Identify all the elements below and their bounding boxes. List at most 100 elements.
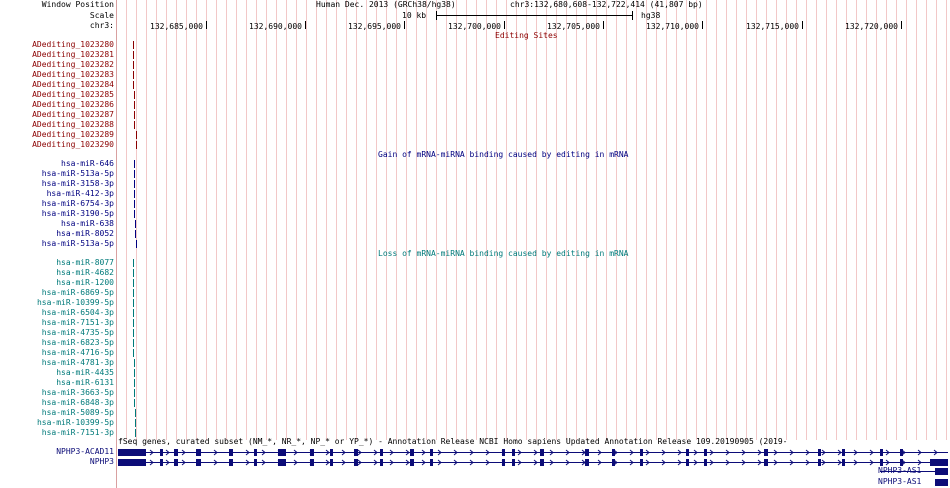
gene-nphp3-exon <box>512 459 515 466</box>
loss-mirna-label[interactable]: hsa-miR-6504-3p <box>0 308 114 318</box>
ruler-tick-label: 132,700,000 <box>448 22 501 31</box>
loss-mirna-label[interactable]: hsa-miR-6848-3p <box>0 398 114 408</box>
gene-nphp3-acad11-exon <box>880 449 883 456</box>
scale-bar-value: 10 kb <box>402 11 427 20</box>
gain-mirna-feature <box>134 160 135 168</box>
gene-label-nphp3-acad11[interactable]: NPHP3-ACAD11 <box>0 447 114 457</box>
loss-mirna-label[interactable]: hsa-miR-4716-5p <box>0 348 114 358</box>
gene-nphp3-exon <box>585 459 589 466</box>
editing-site-label[interactable]: ADediting_1023288 <box>0 120 114 130</box>
gene-nphp3-acad11-exon <box>585 449 589 456</box>
gene-nphp3-exon <box>430 459 433 466</box>
gene-label-nphp3-as1[interactable]: NPHP3-AS1 <box>878 477 921 487</box>
loss-mirna-feature <box>133 289 134 297</box>
editing-site-label[interactable]: ADediting_1023287 <box>0 110 114 120</box>
gene-nphp3-exon <box>229 459 233 466</box>
editing-site-feature <box>133 61 134 69</box>
gene-nphp3-exon <box>310 459 314 466</box>
loss-mirna-label[interactable]: hsa-miR-6131 <box>0 378 114 388</box>
gain-mirna-label[interactable]: hsa-miR-3190-5p <box>0 209 114 219</box>
loss-mirna-feature <box>134 399 135 407</box>
gain-mirna-feature <box>134 210 135 218</box>
gene-nphp3-acad11-exon <box>278 449 286 456</box>
gene-nphp3-acad11-exon <box>196 449 201 456</box>
gene-nphp3-acad11-exon <box>160 449 163 456</box>
gene-nphp3-acad11-exon <box>764 449 768 456</box>
loss-mirna-feature <box>134 379 135 387</box>
editing-site-label[interactable]: ADediting_1023284 <box>0 80 114 90</box>
gene-nphp3-exon <box>880 459 883 466</box>
loss-mirna-label[interactable]: hsa-miR-10399-5p <box>0 298 114 308</box>
gain-mirna-feature <box>134 170 135 178</box>
loss-mirna-label[interactable]: hsa-miR-4682 <box>0 268 114 278</box>
loss-mirna-label[interactable]: hsa-miR-4435 <box>0 368 114 378</box>
editing-site-label[interactable]: ADediting_1023285 <box>0 90 114 100</box>
gain-mirna-feature <box>134 190 135 198</box>
gene-nphp3-exon <box>930 459 948 466</box>
editing-site-feature <box>134 121 135 129</box>
editing-site-feature <box>133 81 134 89</box>
gain-mirna-label[interactable]: hsa-miR-513a-5p <box>0 169 114 179</box>
gain-mirna-label[interactable]: hsa-miR-8052 <box>0 229 114 239</box>
loss-mirna-feature <box>133 299 134 307</box>
gain-mirna-label[interactable]: hsa-miR-646 <box>0 159 114 169</box>
ruler-tick-label: 132,705,000 <box>547 22 600 31</box>
loss-mirna-label[interactable]: hsa-miR-6823-5p <box>0 338 114 348</box>
gain-mirna-label[interactable]: hsa-miR-6754-3p <box>0 199 114 209</box>
gene-nphp3-exon <box>612 459 615 466</box>
loss-mirna-feature <box>133 259 134 267</box>
editing-site-feature <box>136 141 137 149</box>
editing-site-label[interactable]: ADediting_1023282 <box>0 60 114 70</box>
gene-nphp3-exon <box>354 459 358 466</box>
loss-mirna-feature <box>134 389 135 397</box>
editing-site-feature <box>133 51 134 59</box>
gain-mirna-label[interactable]: hsa-miR-412-3p <box>0 189 114 199</box>
gain-mirna-label[interactable]: hsa-miR-638 <box>0 219 114 229</box>
gene-nphp3-acad11-exon <box>900 449 903 456</box>
scale-bar-assembly: hg38 <box>641 11 661 20</box>
gene-nphp3-acad11-exon <box>704 449 707 456</box>
loss-mirna-label[interactable]: hsa-miR-3663-5p <box>0 388 114 398</box>
editing-site-label[interactable]: ADediting_1023281 <box>0 50 114 60</box>
gene-label-nphp3-as1[interactable]: NPHP3-AS1 <box>878 466 921 476</box>
editing-site-feature <box>133 71 134 79</box>
gain-mirna-feature <box>135 220 136 228</box>
loss-mirna-label[interactable]: hsa-miR-1200 <box>0 278 114 288</box>
track-canvas[interactable]: 132,685,000 132,690,000 132,695,000 132,700… <box>0 0 950 488</box>
gene-nphp3-exon <box>704 459 707 466</box>
loss-mirna-label[interactable]: hsa-miR-8077 <box>0 258 114 268</box>
gain-track-title: Gain of mRNA-miRNA binding caused by edi… <box>378 150 629 159</box>
gain-mirna-label[interactable]: hsa-miR-513a-5p <box>0 239 114 249</box>
gain-mirna-label[interactable]: hsa-miR-3158-3p <box>0 179 114 189</box>
editing-site-label[interactable]: ADediting_1023280 <box>0 40 114 50</box>
gene-nphp3-acad11-exon <box>229 449 233 456</box>
loss-mirna-label[interactable]: hsa-miR-5089-5p <box>0 408 114 418</box>
gene-nphp3-exon <box>174 459 178 466</box>
gene-nphp3-exon <box>818 459 821 466</box>
gene-label-nphp3[interactable]: NPHP3 <box>0 457 114 467</box>
loss-mirna-feature <box>135 419 136 427</box>
gene-nphp3-exon <box>118 459 146 466</box>
ruler-tick-label: 132,720,000 <box>845 22 898 31</box>
loss-mirna-label[interactable]: hsa-miR-6869-5p <box>0 288 114 298</box>
editing-track-title: Editing Sites <box>495 31 558 40</box>
loss-mirna-feature <box>135 409 136 417</box>
gene-nphp3-acad11-exon <box>330 449 333 456</box>
editing-site-label[interactable]: ADediting_1023289 <box>0 130 114 140</box>
gene-nphp3-exon <box>410 459 414 466</box>
gene-nphp3-acad11-exon <box>310 449 314 456</box>
loss-mirna-label[interactable]: hsa-miR-7151-3p <box>0 428 114 438</box>
ruler-tick-label: 132,695,000 <box>348 22 401 31</box>
loss-mirna-feature <box>133 329 134 337</box>
loss-mirna-label[interactable]: hsa-miR-4781-3p <box>0 358 114 368</box>
loss-mirna-label[interactable]: hsa-miR-10399-5p <box>0 418 114 428</box>
editing-site-feature <box>136 131 137 139</box>
editing-site-label[interactable]: ADediting_1023286 <box>0 100 114 110</box>
loss-mirna-label[interactable]: hsa-miR-7151-3p <box>0 318 114 328</box>
gain-mirna-feature <box>134 180 135 188</box>
ruler-tick-label: 132,690,000 <box>249 22 302 31</box>
editing-site-label[interactable]: ADediting_1023290 <box>0 140 114 150</box>
loss-mirna-label[interactable]: hsa-miR-4735-5p <box>0 328 114 338</box>
gene-nphp3-acad11-exon <box>118 449 146 456</box>
editing-site-label[interactable]: ADediting_1023283 <box>0 70 114 80</box>
